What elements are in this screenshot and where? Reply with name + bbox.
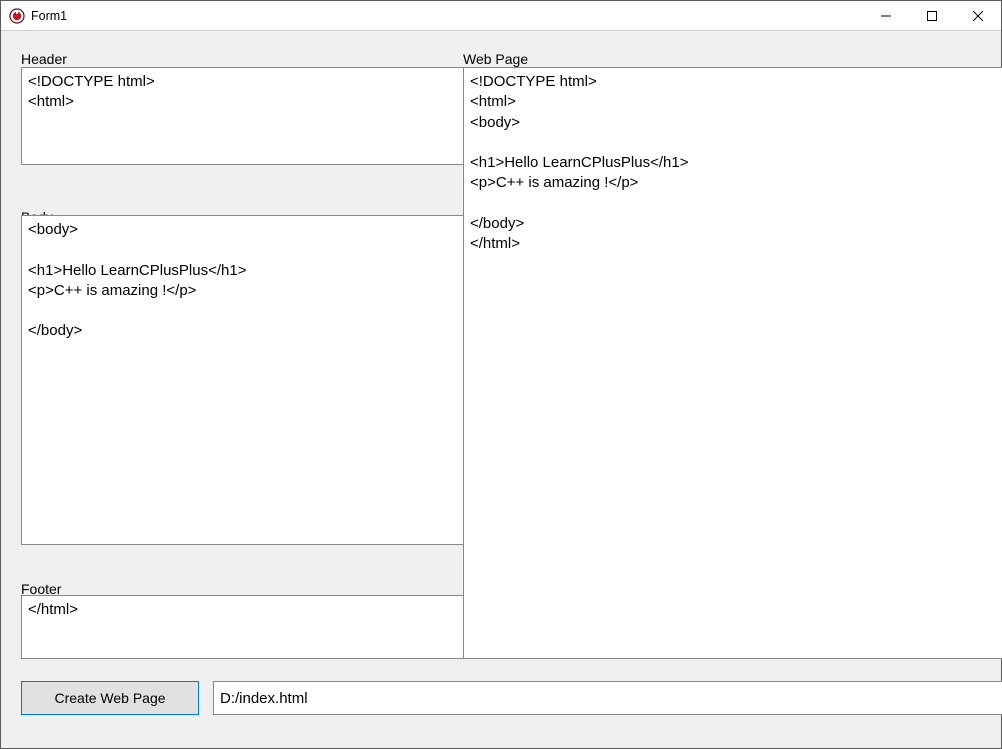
create-web-page-button[interactable]: Create Web Page bbox=[21, 681, 199, 715]
webpage-textarea[interactable] bbox=[463, 67, 1002, 659]
webpage-label: Web Page bbox=[463, 51, 528, 67]
header-label: Header bbox=[21, 51, 67, 67]
maximize-button[interactable] bbox=[909, 1, 955, 31]
close-button[interactable] bbox=[955, 1, 1001, 31]
app-icon bbox=[9, 8, 25, 24]
output-path-input[interactable] bbox=[213, 681, 1002, 715]
titlebar: Form1 bbox=[1, 1, 1001, 31]
minimize-button[interactable] bbox=[863, 1, 909, 31]
window-title: Form1 bbox=[31, 9, 67, 23]
client-area: Header Body Footer Web Page Create Web P… bbox=[1, 31, 1001, 748]
app-window: Form1 Header Body Footer Web Page Create… bbox=[0, 0, 1002, 749]
